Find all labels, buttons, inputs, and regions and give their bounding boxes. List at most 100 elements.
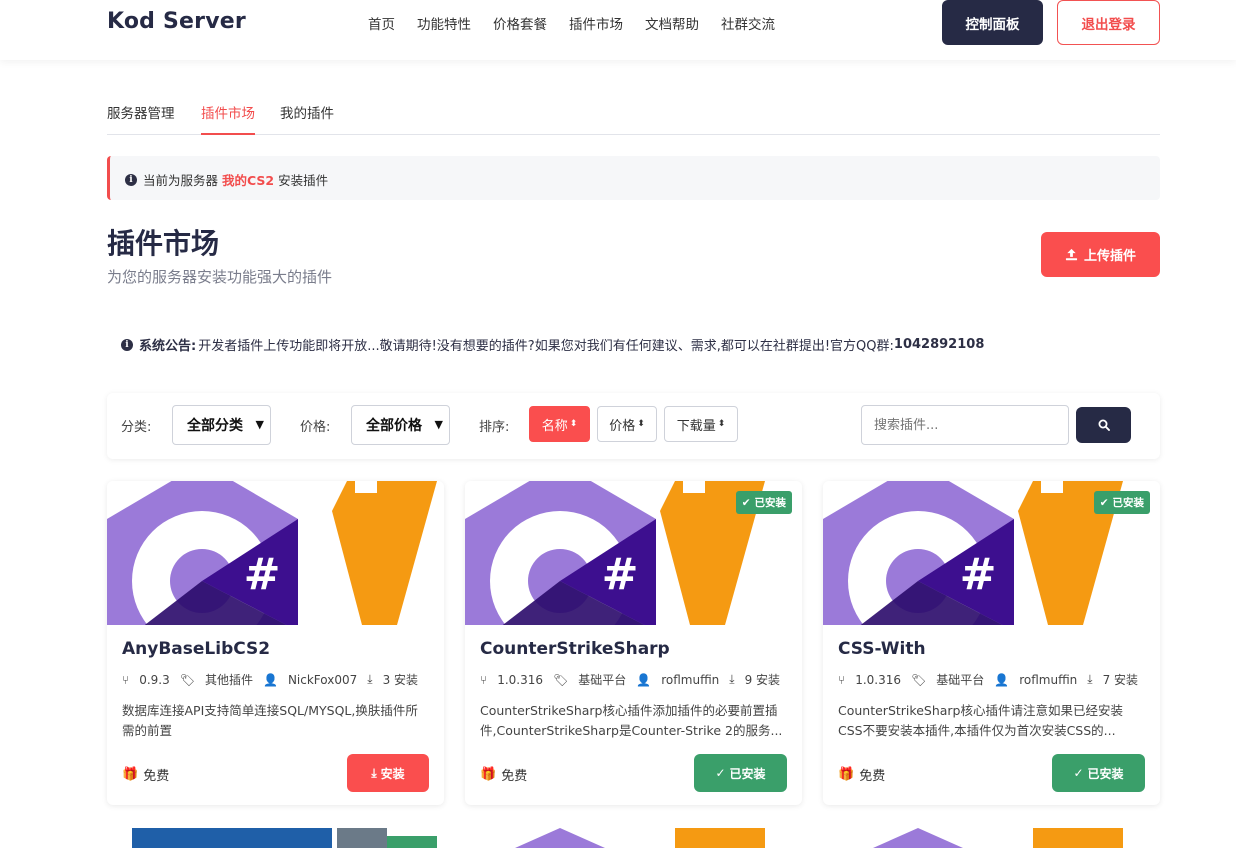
sort-icon: ⬍ — [717, 419, 726, 429]
sort-name-label: 名称 — [541, 418, 568, 434]
gift-icon: 🎁 — [838, 767, 855, 782]
plugin-name[interactable]: CounterStrikeSharp — [480, 639, 670, 659]
plugin-card-partial[interactable] — [465, 828, 802, 848]
svg-text:#: # — [602, 549, 639, 600]
sort-icon: ⬍ — [569, 419, 578, 429]
top-navbar: Kod Server 首页 功能特性 价格套餐 插件市场 文档帮助 社群交流 控… — [0, 0, 1236, 60]
plugin-card[interactable]: # ✔ 已安装 CounterStrikeSharp ⑂ 1.0.316 🏷 基础平台… — [465, 481, 802, 805]
announcement-text: 开发者插件上传功能即将开放...敬请期待!没有想要的插件?如果您对我们有任何建议… — [198, 339, 894, 354]
price-label: 免费 — [143, 769, 170, 784]
info-icon: i — [125, 173, 137, 186]
svg-text:#: # — [960, 549, 997, 600]
sort-by-price-button[interactable]: 价格 ⬍ — [597, 406, 657, 442]
sort-by-name-button[interactable]: 名称 ⬍ — [529, 406, 590, 442]
tab-server-management[interactable]: 服务器管理 — [107, 102, 175, 122]
installed-label: 已安装 — [729, 766, 766, 781]
price-label: 免费 — [859, 769, 886, 784]
nav-plugin-market[interactable]: 插件市场 — [569, 13, 623, 33]
plugin-card-partial[interactable] — [823, 828, 1160, 848]
nav-features[interactable]: 功能特性 — [417, 13, 471, 33]
installed-button[interactable]: ✓ 已安装 — [694, 754, 787, 792]
console-button[interactable]: 控制面板 — [942, 0, 1043, 45]
plugin-installs: 9 安装 — [744, 673, 781, 687]
plugin-description: 数据库连接API支持简单连接SQL/MYSQL,换肤插件所需的前置 — [122, 703, 418, 738]
badge-label: 已安装 — [1112, 497, 1145, 509]
nav-docs[interactable]: 文档帮助 — [645, 13, 699, 33]
server-notice: i 当前为服务器 我的CS2 安装插件 — [107, 156, 1160, 200]
plugin-thumbnail-partial — [873, 828, 1123, 848]
server-tabs: 服务器管理 插件市场 我的插件 — [107, 98, 1160, 135]
upload-icon — [1065, 248, 1078, 261]
nav-pricing[interactable]: 价格套餐 — [493, 13, 547, 33]
tab-my-plugins[interactable]: 我的插件 — [280, 102, 334, 122]
installed-button[interactable]: ✓ 已安装 — [1052, 754, 1145, 792]
price-label: 价格: — [300, 420, 331, 435]
plugin-card[interactable]: # AnyBaseLibCS2 ⑂ 0.9.3 🏷 其他插件 👤 NickFox007… — [107, 481, 444, 805]
download-icon: ⤓ — [367, 672, 373, 686]
install-label: 安装 — [380, 766, 405, 781]
category-value: 全部分类 — [187, 418, 243, 434]
plugin-description: CounterStrikeSharp核心插件请注意如果已经安装CSS不要安装本插… — [838, 703, 1123, 738]
tag-icon: 🏷 — [179, 672, 195, 687]
search-input[interactable] — [861, 405, 1069, 445]
search-icon — [1098, 419, 1110, 431]
plugin-price: 🎁 免费 — [480, 765, 527, 784]
check-icon: ✓ — [715, 766, 726, 780]
plugin-meta: ⑂ 0.9.3 🏷 其他插件 👤 NickFox007 ⤓ 3 安装 — [122, 671, 428, 688]
plugin-author: NickFox007 — [287, 672, 358, 687]
sort-downloads-label: 下载量 — [676, 418, 716, 434]
plugin-thumbnail-partial — [515, 828, 765, 848]
brand-logo[interactable]: Kod Server — [107, 9, 246, 34]
user-icon: 👤 — [263, 672, 278, 687]
plugin-name[interactable]: CSS-With — [838, 639, 926, 659]
notice-prefix: 当前为服务器 — [143, 173, 219, 188]
tab-plugin-market[interactable]: 插件市场 — [201, 102, 255, 135]
plugin-card-partial[interactable] — [107, 828, 444, 848]
plugin-thumbnail-partial — [132, 828, 437, 848]
plugin-name[interactable]: AnyBaseLibCS2 — [122, 639, 270, 659]
branch-icon: ⑂ — [838, 672, 846, 687]
branch-icon: ⑂ — [480, 672, 488, 687]
plugin-version: 1.0.316 — [497, 672, 544, 687]
user-icon: 👤 — [994, 672, 1010, 687]
search-button[interactable] — [1076, 407, 1131, 443]
plugin-thumbnail: # ✔ 已安装 — [465, 481, 802, 625]
install-button[interactable]: ⤓ 安装 — [347, 754, 429, 792]
info-icon: i — [121, 338, 133, 351]
download-icon: ⤓ — [1087, 672, 1093, 686]
chevron-down-icon: ▼ — [434, 418, 443, 431]
notice-suffix: 安装插件 — [278, 173, 329, 188]
plugin-category: 其他插件 — [204, 673, 253, 687]
check-icon: ✓ — [1073, 766, 1084, 780]
sort-icon: ⬍ — [637, 419, 645, 429]
nav-home[interactable]: 首页 — [368, 13, 395, 33]
csharp-logo-icon: # — [107, 481, 437, 625]
price-label: 免费 — [501, 769, 528, 784]
tag-icon: 🏷 — [553, 672, 569, 687]
page-subtitle: 为您的服务器安装功能强大的插件 — [107, 268, 333, 286]
installed-badge: ✔ 已安装 — [1093, 491, 1150, 514]
notice-server-name: 我的CS2 — [222, 173, 275, 188]
plugin-price: 🎁 免费 — [122, 765, 169, 784]
download-icon: ⤓ — [371, 765, 377, 780]
plugin-price: 🎁 免费 — [838, 765, 885, 784]
installed-label: 已安装 — [1087, 766, 1124, 781]
plugin-version: 1.0.316 — [855, 672, 902, 687]
category-label: 分类: — [121, 420, 152, 435]
plugin-card[interactable]: # ✔ 已安装 CSS-With ⑂ 1.0.316 🏷 基础平台 👤 roflmuff… — [823, 481, 1160, 805]
logout-button[interactable]: 退出登录 — [1057, 0, 1160, 45]
upload-label: 上传插件 — [1083, 249, 1136, 264]
upload-plugin-button[interactable]: 上传插件 — [1041, 232, 1160, 277]
check-circle-icon: ✔ — [1099, 496, 1109, 509]
category-select[interactable]: 全部分类 ▼ — [172, 405, 271, 445]
plugin-thumbnail: # — [107, 481, 444, 625]
sort-by-downloads-button[interactable]: 下载量 ⬍ — [664, 406, 738, 442]
download-icon: ⤓ — [729, 672, 735, 686]
plugin-meta: ⑂ 1.0.316 🏷 基础平台 👤 roflmuffin ⤓ 7 安装 — [838, 671, 1148, 688]
svg-text:#: # — [244, 549, 281, 600]
nav-community[interactable]: 社群交流 — [721, 13, 775, 33]
price-select[interactable]: 全部价格 ▼ — [351, 405, 450, 445]
main-nav: 首页 功能特性 价格套餐 插件市场 文档帮助 社群交流 — [368, 13, 797, 33]
gift-icon: 🎁 — [480, 767, 497, 782]
tag-icon: 🏷 — [911, 672, 927, 687]
